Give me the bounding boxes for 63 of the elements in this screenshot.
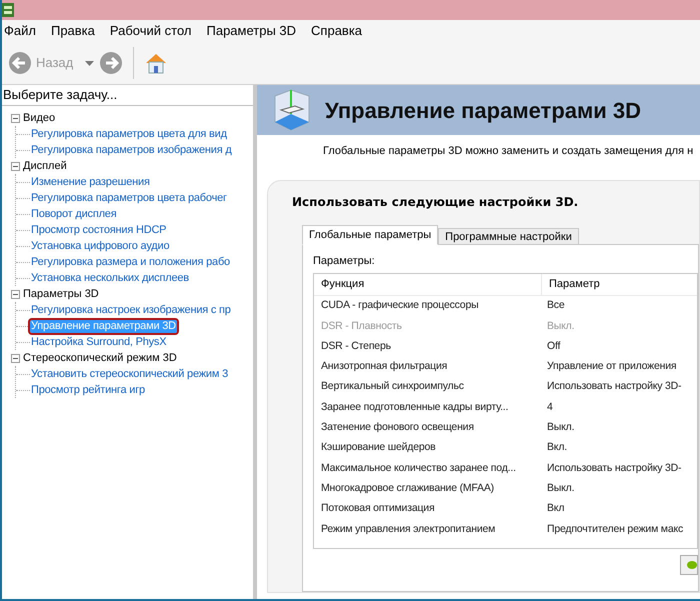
home-icon[interactable] <box>144 51 168 75</box>
table-cell-text: Режим управления электропитанием <box>320 522 496 537</box>
collapse-toggle-icon[interactable] <box>11 354 20 362</box>
tree-task-link[interactable]: Настройка Surround, PhysX <box>30 336 168 348</box>
tree-task-link[interactable]: Управление параметрами 3D <box>30 320 177 332</box>
menu-item[interactable]: Рабочий стол <box>110 21 192 41</box>
tree-task-link[interactable]: Регулировка параметров изображения д <box>30 144 233 156</box>
table-cell-text: Вертикальный синхроимпульс <box>320 379 465 394</box>
tree-task-link[interactable]: Регулировка размера и положения рабо <box>30 256 231 268</box>
table-cell-text: Предпочтителен режим макс <box>546 522 684 537</box>
tree-task-link[interactable]: Установка нескольких дисплеев <box>30 272 190 284</box>
table-cell-text: Заранее подготовленные кадры вирту... <box>320 400 510 415</box>
menu-item[interactable]: Справка <box>311 21 362 41</box>
table-cell-text: Кэширование шейдеров <box>320 440 437 456</box>
task-panel-title: Выберите задачу... <box>2 86 118 104</box>
table-cell-text: DSR - Степерь <box>320 338 392 354</box>
column-header[interactable]: Параметр <box>542 274 697 295</box>
table-cell-text: Off <box>546 338 560 354</box>
table-cell-text: Потоковая оптимизация <box>320 501 436 516</box>
dropdown-caret-icon[interactable] <box>85 60 94 66</box>
settings-tab[interactable]: Программные настройки <box>438 228 579 245</box>
table-cell-text: 4 <box>546 400 553 415</box>
table-cell-text: Максимальное количество заранее под... <box>320 460 517 476</box>
table-cell-text: Выкл. <box>546 480 574 496</box>
table-cell-text: Управление от приложения <box>546 359 676 374</box>
tree-group-label[interactable]: Дисплей <box>23 158 67 174</box>
collapse-toggle-icon[interactable] <box>11 290 20 298</box>
page-title: Управление параметрами 3D <box>325 96 642 125</box>
tree-task-link[interactable]: Установка цифрового аудио <box>30 240 170 252</box>
tree-task-link[interactable]: Регулировка настроек изображения с пр <box>30 304 232 316</box>
table-cell-text: Анизотропная фильтрация <box>320 359 448 374</box>
menu-item[interactable]: Файл <box>4 21 36 41</box>
tree-task-link[interactable]: Изменение разрешения <box>30 176 151 188</box>
table-cell-text: Затенение фонового освещения <box>320 420 475 436</box>
tree-task-link[interactable]: Поворот дисплея <box>30 208 118 220</box>
column-header[interactable]: Функция <box>314 274 542 295</box>
tree-task-link[interactable]: Регулировка параметров цвета для вид <box>30 128 228 140</box>
collapse-toggle-icon[interactable] <box>11 114 20 122</box>
table-cell-text: DSR - Плавность <box>320 318 403 334</box>
tree-group-label[interactable]: Параметры 3D <box>23 286 99 302</box>
tree-group-label[interactable]: Стереоскопический режим 3D <box>23 350 177 366</box>
menu-item[interactable]: Параметры 3D <box>206 21 296 41</box>
tree-task-link[interactable]: Просмотр состояния HDCP <box>30 224 168 236</box>
section-title: Использовать следующие настройки 3D. <box>292 194 580 211</box>
table-cell-text: Использовать настройку 3D- <box>546 379 682 394</box>
settings-tab[interactable]: Глобальные параметры <box>302 225 438 245</box>
table-cell-text: CUDA - графические процессоры <box>320 298 480 314</box>
app-icon <box>2 3 14 17</box>
table-cell-text: Выкл. <box>546 318 574 334</box>
menu-item[interactable]: Правка <box>50 21 95 41</box>
collapse-toggle-icon[interactable] <box>11 162 20 170</box>
page-description: Глобальные параметры 3D можно заменить и создать замещения для н <box>322 144 694 159</box>
tree-group-label[interactable]: Видео <box>23 110 56 126</box>
table-cell-text: Вкл <box>546 501 564 516</box>
table-cell-text: Вкл. <box>546 440 567 456</box>
tree-task-link[interactable]: Просмотр рейтинга игр <box>30 384 146 396</box>
table-cell-text: Использовать настройку 3D- <box>546 460 682 476</box>
parameters-label: Параметры: <box>313 254 376 269</box>
table-cell-text: Все <box>546 298 564 314</box>
tree-task-link[interactable]: Установить стереоскопический режим 3 <box>30 368 229 380</box>
table-cell-text: Выкл. <box>546 420 574 436</box>
table-cell-text: Многокадровое сглаживание (MFAA) <box>320 480 495 496</box>
tree-task-link[interactable]: Регулировка параметров цвета рабочег <box>30 192 228 204</box>
